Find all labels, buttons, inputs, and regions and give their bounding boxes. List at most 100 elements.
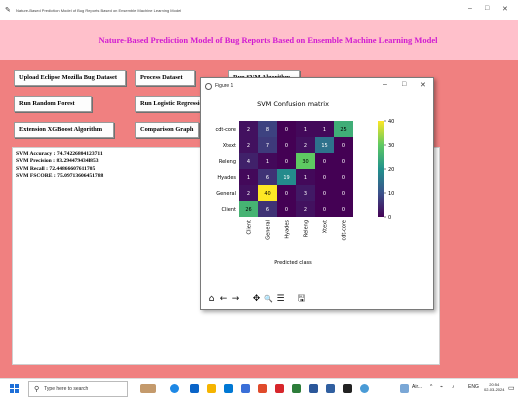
weather-text[interactable]: Air... xyxy=(412,384,422,390)
configure-subplots-icon[interactable]: ☰ xyxy=(276,294,285,304)
pan-icon[interactable]: ✥ xyxy=(252,294,261,304)
cell-value-label: 4 xyxy=(247,159,250,165)
x-axis-label: Predicted class xyxy=(274,260,312,266)
figure-app-icon xyxy=(205,82,212,90)
chart-title: SVM Confusion matrix xyxy=(257,100,329,108)
col-tick-label: Releng xyxy=(304,220,310,237)
cell-value-label: 0 xyxy=(342,191,345,197)
excel-icon[interactable] xyxy=(292,384,301,393)
figure-titlebar: Figure 1 – □ ✕ xyxy=(201,78,433,94)
cell-value-label: 2 xyxy=(247,127,250,133)
cell-value-label: 0 xyxy=(323,191,326,197)
cell-value-label: 40 xyxy=(264,191,270,197)
col-tick-label: cdt-core xyxy=(342,220,348,241)
row-tick-label: Releng xyxy=(219,159,236,165)
cell-value-label: 25 xyxy=(340,127,346,133)
minimize-button[interactable]: – xyxy=(468,5,472,12)
colorbar xyxy=(378,121,384,217)
taskbar-search[interactable]: ⚲ Type here to search xyxy=(28,381,128,397)
cell-value-label: 0 xyxy=(285,191,288,197)
cell-value-label: 0 xyxy=(285,159,288,165)
cell-value-label: 0 xyxy=(285,143,288,149)
acrobat-icon[interactable] xyxy=(275,384,284,393)
colorbar-tick-label: 20 xyxy=(388,167,394,173)
upload-dataset-button[interactable]: Upload Eclipse Mozilla Bug Dataset xyxy=(14,70,126,86)
volume-icon[interactable]: ♪ xyxy=(452,384,455,390)
tray-chevron-icon[interactable]: ^ xyxy=(430,384,432,390)
row-tick-label: Xtext xyxy=(223,143,236,149)
cell-value-label: 6 xyxy=(266,207,269,213)
task-view-icon[interactable] xyxy=(190,384,199,393)
language-indicator[interactable]: ENG xyxy=(468,384,479,390)
taskbar: ⚲ Type here to search Air... ^ ⌁ ♪ ENG 2… xyxy=(0,378,518,398)
cell-value-label: 0 xyxy=(285,127,288,133)
figure-title: Figure 1 xyxy=(215,83,234,89)
back-arrow-icon[interactable]: ← xyxy=(219,294,228,304)
figure-minimize-button[interactable]: – xyxy=(383,81,387,88)
cell-value-label: 2 xyxy=(304,143,307,149)
cell-value-label: 1 xyxy=(247,175,250,181)
xgboost-button[interactable]: Extension XGBoost Algorithm xyxy=(14,122,114,138)
col-tick-label: Hyades xyxy=(285,220,291,239)
figure-close-button[interactable]: ✕ xyxy=(420,81,426,89)
zoom-icon[interactable]: 🔍 xyxy=(264,294,273,304)
maximize-button[interactable]: □ xyxy=(485,5,489,12)
cell-value-label: 3 xyxy=(304,191,307,197)
idle-icon[interactable] xyxy=(326,384,335,393)
figure-maximize-button[interactable]: □ xyxy=(402,81,406,88)
cell-value-label: 19 xyxy=(283,175,289,181)
chrome-icon[interactable] xyxy=(258,384,267,393)
edge-icon[interactable] xyxy=(224,384,233,393)
cell-value-label: 15 xyxy=(321,143,327,149)
cell-value-label: 1 xyxy=(304,127,307,133)
window-title: Nature-Based Prediction Model of Bug Rep… xyxy=(16,7,182,13)
row-tick-label: Client xyxy=(222,207,237,213)
windows-start-icon[interactable] xyxy=(10,384,20,394)
colorbar-tick-label: 10 xyxy=(388,191,394,197)
row-tick-label: Hyades xyxy=(217,175,236,181)
close-button[interactable]: ✕ xyxy=(502,5,508,13)
window-titlebar: ✎ Nature-Based Prediction Model of Bug R… xyxy=(0,0,518,20)
notifications-icon[interactable]: ▭ xyxy=(508,384,515,392)
cell-value-label: 26 xyxy=(245,207,251,213)
process-dataset-button[interactable]: Process Dataset xyxy=(135,70,195,86)
clock-date: 02-03-2024 xyxy=(484,387,505,392)
store-icon[interactable] xyxy=(241,384,250,393)
forward-arrow-icon[interactable]: → xyxy=(231,294,240,304)
feather-app-icon[interactable] xyxy=(360,384,369,393)
cell-value-label: 2 xyxy=(247,191,250,197)
home-icon[interactable]: ⌂ xyxy=(207,294,216,304)
cell-value-label: 0 xyxy=(285,207,288,213)
run-random-forest-button[interactable]: Run Random Forest xyxy=(14,96,92,112)
search-icon: ⚲ xyxy=(34,385,40,393)
people-widget-icon[interactable] xyxy=(140,384,156,393)
python-icon[interactable] xyxy=(309,384,318,393)
cell-value-label: 1 xyxy=(266,159,269,165)
figure-toolbar: ⌂ ← → ✥ 🔍 ☰ 🖫 xyxy=(201,289,433,309)
cell-value-label: 8 xyxy=(266,127,269,133)
col-tick-label: Xtext xyxy=(323,220,329,233)
network-icon[interactable]: ⌁ xyxy=(440,384,443,390)
cell-value-label: 0 xyxy=(342,143,345,149)
comparison-graph-button[interactable]: Comparison Graph xyxy=(135,122,199,138)
colorbar-tick-label: 30 xyxy=(388,143,394,149)
cell-value-label: 0 xyxy=(323,207,326,213)
confusion-matrix-chart: SVM Confusion matrix 2 8 0 1 1 252 7 0 2 15 04 1 0 30… xyxy=(215,100,394,266)
row-tick-label: cdt-core xyxy=(215,127,236,133)
cell-value-label: 2 xyxy=(247,143,250,149)
file-explorer-icon[interactable] xyxy=(207,384,216,393)
save-icon[interactable]: 🖫 xyxy=(297,294,306,304)
header-band: Nature-Based Prediction Model of Bug Rep… xyxy=(0,20,518,60)
row-tick-label: General xyxy=(216,191,236,197)
terminal-icon[interactable] xyxy=(343,384,352,393)
cell-value-label: 2 xyxy=(304,207,307,213)
cortana-icon[interactable] xyxy=(170,384,179,393)
run-logistic-regression-button[interactable]: Run Logistic Regression xyxy=(135,96,203,112)
clock[interactable]: 20:54 02-03-2024 xyxy=(484,382,504,392)
cell-value-label: 0 xyxy=(342,159,345,165)
cell-value-label: 7 xyxy=(266,143,269,149)
cell-value-label: 1 xyxy=(304,175,307,181)
col-tick-label: General xyxy=(266,220,272,240)
weather-icon[interactable] xyxy=(400,384,409,393)
cell-value-label: 30 xyxy=(302,159,308,165)
